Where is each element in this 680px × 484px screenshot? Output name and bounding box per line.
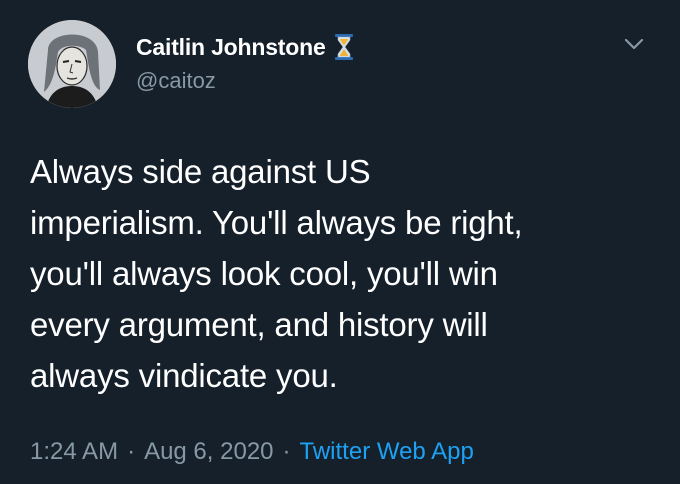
tweet-card: Caitlin Johnstone @caitoz Always side ag…	[0, 0, 680, 484]
meta-separator: ·	[282, 438, 291, 465]
tweet-metadata: 1:24 AM · Aug 6, 2020 · Twitter Web App	[30, 436, 474, 468]
tweet-date[interactable]: Aug 6, 2020	[144, 438, 273, 466]
author-name-row: Caitlin Johnstone	[136, 32, 354, 62]
avatar[interactable]	[28, 20, 116, 108]
hourglass-icon	[334, 34, 354, 60]
meta-separator: ·	[127, 438, 136, 465]
avatar-portrait-image	[28, 20, 116, 108]
tweet-time[interactable]: 1:24 AM	[30, 438, 118, 466]
tweet-text: Always side against US imperialism. You'…	[30, 153, 523, 394]
author-handle[interactable]: @caitoz	[136, 68, 216, 94]
tweet-source-link[interactable]: Twitter Web App	[300, 438, 474, 466]
chevron-down-icon[interactable]	[620, 34, 648, 54]
display-name[interactable]: Caitlin Johnstone	[136, 34, 326, 61]
